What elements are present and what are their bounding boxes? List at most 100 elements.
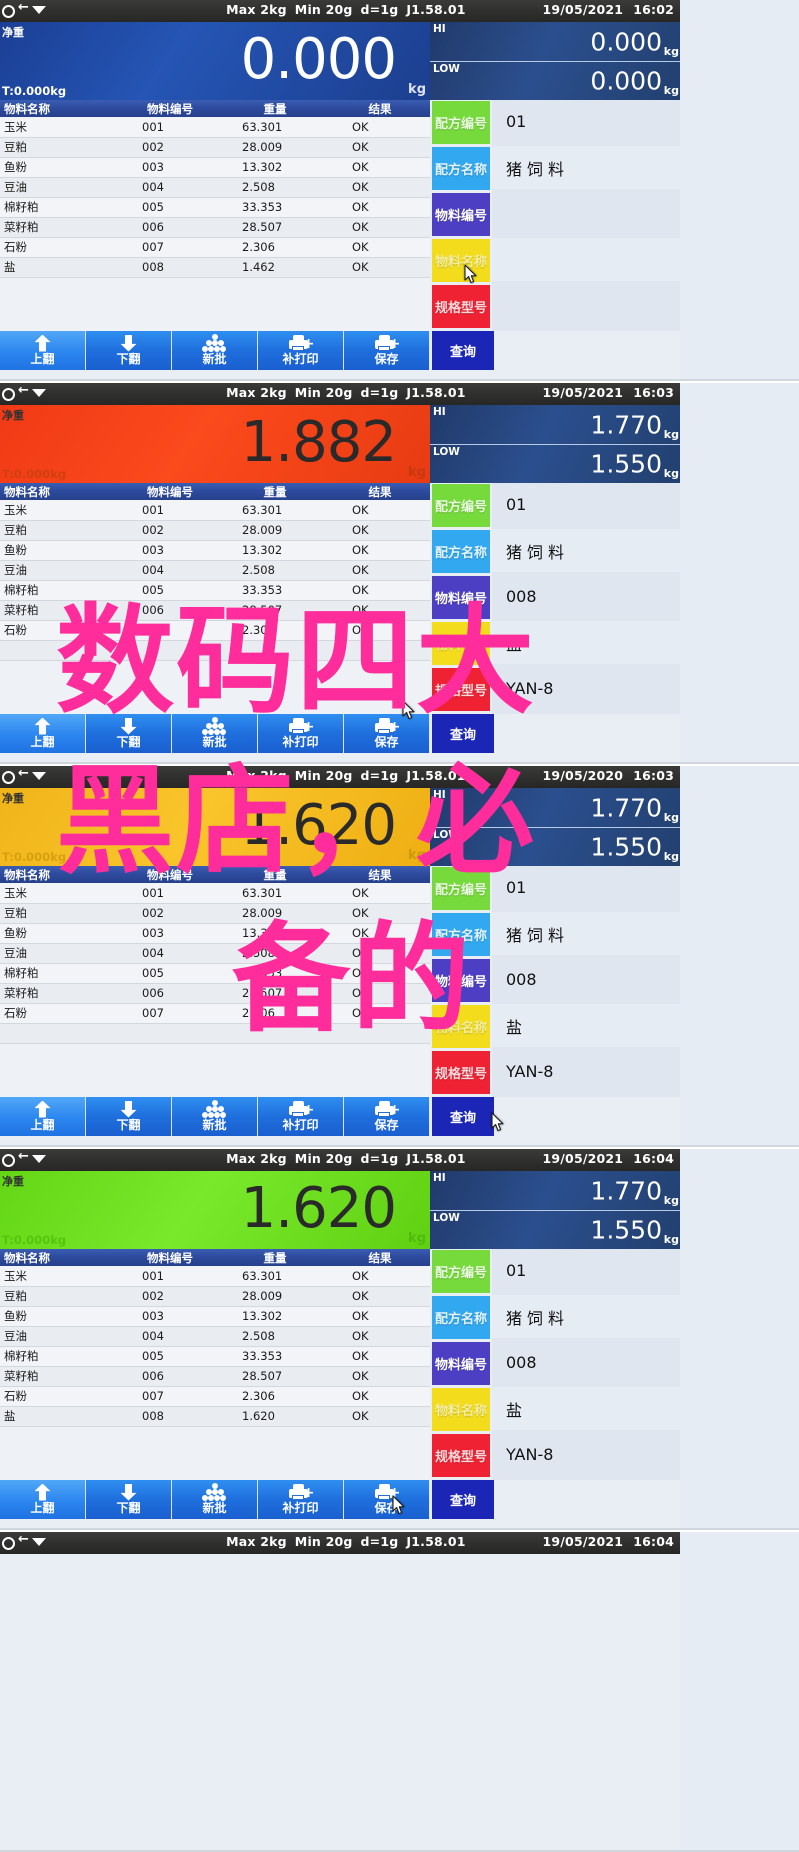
cell-weight: 13.302	[220, 923, 330, 944]
cell-material-code: 005	[120, 1346, 220, 1367]
query-button[interactable]: 查询	[432, 331, 494, 370]
new-batch-button[interactable]: 新批	[172, 331, 258, 370]
side-key-1[interactable]: 配方编号	[432, 1250, 490, 1293]
new-batch-button[interactable]: 新批	[172, 714, 258, 753]
reprint-button[interactable]: + 补打印	[258, 1097, 344, 1136]
table-row	[0, 640, 430, 661]
query-button[interactable]: 查询	[432, 1097, 494, 1136]
net-weight-value: 0.000	[240, 26, 397, 92]
query-button[interactable]: 查询	[432, 1480, 494, 1519]
table-header-row: 物料名称 物料编号 重量 结果	[0, 483, 430, 500]
query-button[interactable]: 查询	[432, 714, 494, 753]
table-row: 豆粕 002 28.009 OK	[0, 137, 430, 158]
save-button[interactable]: + 保存	[344, 1097, 430, 1136]
cell-material-code: 007	[120, 1003, 220, 1024]
material-table-wrap: 物料名称 物料编号 重量 结果 玉米 001 63.301 OK 豆粕 002 28.009 OK 鱼粉…	[0, 1249, 430, 1480]
save-button-icon-wrap: +	[373, 716, 401, 736]
table-row: 石粉 007 2.306 OK	[0, 1003, 430, 1024]
new-batch-button[interactable]: 新批	[172, 1097, 258, 1136]
side-key-2[interactable]: 配方名称	[432, 147, 490, 190]
side-key-1[interactable]: 配方编号	[432, 101, 490, 144]
side-key-3[interactable]: 物料编号	[432, 959, 490, 1002]
cell-material-code: 002	[120, 137, 220, 158]
stable-indicator-icon	[32, 1537, 47, 1546]
table-header-c-res: 结果	[330, 1249, 430, 1266]
page-up-button[interactable]: 上翻	[0, 1480, 86, 1519]
side-key-3[interactable]: 物料编号	[432, 1342, 490, 1385]
reprint-button[interactable]: + 补打印	[258, 1480, 344, 1519]
date-label: 19/05/2021	[542, 1151, 624, 1166]
cell-material-code: 001	[120, 883, 220, 904]
side-value-1: 01	[492, 483, 680, 526]
low-limit-label: LOW	[433, 829, 460, 841]
new-batch-button[interactable]: 新批	[172, 1480, 258, 1519]
side-key-1[interactable]: 配方编号	[432, 867, 490, 910]
cell-material-code: 004	[120, 560, 220, 581]
date-label: 19/05/2021	[542, 385, 624, 400]
side-key-5[interactable]: 规格型号	[432, 1051, 490, 1094]
table-row: 玉米 001 63.301 OK	[0, 883, 430, 904]
status-indicators: ←	[2, 1149, 47, 1167]
side-key-2[interactable]: 配方名称	[432, 530, 490, 573]
side-key-4[interactable]: 物料名称	[432, 239, 490, 282]
page-up-button[interactable]: 上翻	[0, 714, 86, 753]
side-key-4[interactable]: 物料名称	[432, 622, 490, 665]
low-limit-unit: kg	[663, 467, 679, 480]
tare-weight-label: T:0.000kg	[2, 467, 67, 481]
right-margin-filler-3	[680, 766, 799, 1145]
page-down-button[interactable]: 下翻	[86, 1097, 172, 1136]
side-key-4[interactable]: 物料名称	[432, 1388, 490, 1431]
page-down-button[interactable]: 下翻	[86, 331, 172, 370]
cell-material-name: 棉籽粕	[0, 580, 120, 601]
cell-material-code: 005	[120, 197, 220, 218]
save-button[interactable]: + 保存	[344, 1480, 430, 1519]
scale-panel-5: ← Max 2kg Min 20g d=1g J1.58.01 19/05/2021 16:…	[0, 1532, 799, 1852]
low-limit-value: 0.000	[590, 66, 662, 96]
action-button-bar: 上翻 下翻 新批 + 补打印 + 保存	[0, 714, 430, 753]
page-up-button[interactable]: 上翻	[0, 331, 86, 370]
side-key-2[interactable]: 配方名称	[432, 913, 490, 956]
table-header-row: 物料名称 物料编号 重量 结果	[0, 866, 430, 883]
cell-material-code: 007	[120, 237, 220, 258]
side-key-1[interactable]: 配方编号	[432, 484, 490, 527]
stable-indicator-icon	[32, 1154, 47, 1163]
side-key-column: 配方编号 配方名称 物料编号 物料名称 规格型号	[430, 483, 492, 714]
reprint-button-label: 补打印	[282, 1501, 319, 1515]
side-key-5[interactable]: 规格型号	[432, 668, 490, 711]
cell-result: OK	[330, 1406, 430, 1427]
page-down-button[interactable]: 下翻	[86, 1480, 172, 1519]
side-key-2[interactable]: 配方名称	[432, 1296, 490, 1339]
printer-plus-save-icon: +	[373, 1483, 401, 1501]
cell-weight: 63.301	[220, 1266, 330, 1287]
cell-weight: 1.620	[220, 1406, 330, 1427]
side-key-5[interactable]: 规格型号	[432, 285, 490, 328]
save-button[interactable]: + 保存	[344, 714, 430, 753]
table-row: 菜籽粕 006 28.507 OK	[0, 600, 430, 621]
side-key-3[interactable]: 物料编号	[432, 193, 490, 236]
side-key-4[interactable]: 物料名称	[432, 1005, 490, 1048]
stable-indicator-icon	[32, 388, 47, 397]
cell-material-name: 鱼粉	[0, 540, 120, 561]
stable-indicator-icon	[32, 5, 47, 14]
net-weight-label: 净重	[2, 409, 24, 422]
datetime-display: 19/05/2020 16:03	[532, 768, 674, 783]
net-weight-value: 1.620	[240, 792, 397, 858]
table-row: 玉米 001 63.301 OK	[0, 1266, 430, 1287]
printer-paper	[291, 1495, 304, 1500]
reprint-button-icon-wrap: +	[287, 333, 315, 353]
page-down-button[interactable]: 下翻	[86, 714, 172, 753]
new-batch-button-icon-wrap	[201, 333, 229, 353]
new-batch-button-icon-wrap	[201, 1482, 229, 1502]
reprint-button[interactable]: + 补打印	[258, 331, 344, 370]
side-key-5[interactable]: 规格型号	[432, 1434, 490, 1477]
save-button[interactable]: + 保存	[344, 331, 430, 370]
zero-indicator-icon	[2, 388, 15, 401]
tare-weight-label: T:0.000kg	[2, 84, 67, 98]
device-spec-item-3: J1.58.01	[406, 768, 466, 783]
cell-material-name	[0, 640, 120, 661]
side-key-3[interactable]: 物料编号	[432, 576, 490, 619]
table-row: 棉籽粕 005 33.353 OK	[0, 580, 430, 601]
reprint-button[interactable]: + 补打印	[258, 714, 344, 753]
action-button-bar: 上翻 下翻 新批 + 补打印 + 保存	[0, 1097, 430, 1136]
page-up-button[interactable]: 上翻	[0, 1097, 86, 1136]
